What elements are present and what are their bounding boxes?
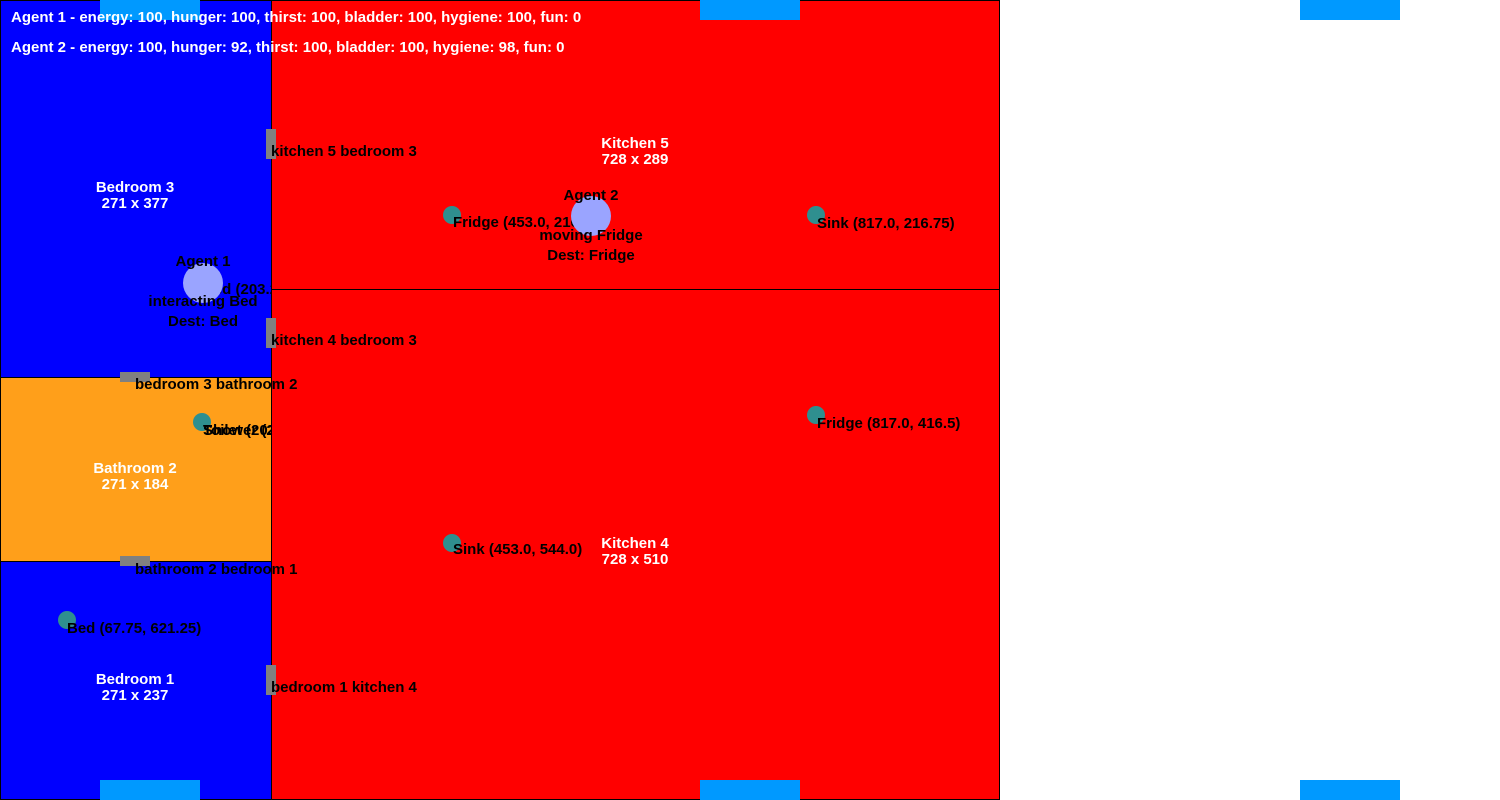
agent-2-status: Agent 2 - energy: 100, hunger: 92, thirs… xyxy=(11,39,565,56)
spawn-marker xyxy=(700,780,800,800)
room-label-kitchen-4: Kitchen 4 728 x 510 xyxy=(601,536,669,568)
simulation-canvas: Bedroom 3 271 x 377 Kitchen 5 728 x 289 … xyxy=(0,0,1500,800)
room-name: Kitchen 4 xyxy=(601,535,669,552)
room-name: Bedroom 3 xyxy=(95,179,175,196)
door-label: kitchen 4 bedroom 3 xyxy=(271,332,417,349)
room-label-bedroom-1: Bedroom 1 271 x 237 xyxy=(96,672,174,704)
agent-destination: Dest: Bed xyxy=(167,313,239,330)
object-label: Fridge (817.0, 416.5) xyxy=(817,415,961,432)
object-label: Shower (203.25, 423.0) xyxy=(203,422,271,439)
room-label-bathroom-2: Bathroom 2 271 x 184 xyxy=(93,461,176,493)
door-label: kitchen 5 bedroom 3 xyxy=(271,143,417,160)
door-label: bedroom 1 kitchen 4 xyxy=(271,679,417,696)
door-label: bedroom 3 bathroom 2 xyxy=(135,376,298,393)
room-label-kitchen-5: Kitchen 5 728 x 289 xyxy=(601,136,669,168)
object-label: Bed (67.75, 621.25) xyxy=(67,620,202,637)
agent-name: Agent 1 xyxy=(175,253,231,270)
room-name: Kitchen 5 xyxy=(601,135,669,152)
agent-1-status: Agent 1 - energy: 100, hunger: 100, thir… xyxy=(11,9,582,26)
spawn-marker xyxy=(100,780,200,800)
room-size: 271 x 184 xyxy=(101,476,169,493)
spawn-marker xyxy=(700,0,800,20)
room-size: 728 x 289 xyxy=(601,151,669,168)
agent-name: Agent 2 xyxy=(563,187,619,204)
room-size: 728 x 510 xyxy=(601,551,669,568)
room-size: 271 x 237 xyxy=(101,687,169,704)
object-label: Sink (453.0, 544.0) xyxy=(453,541,583,558)
room-label-bedroom-3: Bedroom 3 271 x 377 xyxy=(96,180,174,212)
agent-action: interacting Bed xyxy=(148,293,258,310)
spawn-marker xyxy=(1300,780,1400,800)
door-label: bathroom 2 bedroom 1 xyxy=(135,561,298,578)
agent-destination: Dest: Fridge xyxy=(547,247,635,264)
room-name: Bedroom 1 xyxy=(95,671,175,688)
room-name: Bathroom 2 xyxy=(93,460,177,477)
object-label: Sink (817.0, 216.75) xyxy=(817,215,955,232)
spawn-marker xyxy=(1300,0,1400,20)
room-size: 271 x 377 xyxy=(101,195,169,212)
agent-action: moving Fridge xyxy=(539,227,643,244)
